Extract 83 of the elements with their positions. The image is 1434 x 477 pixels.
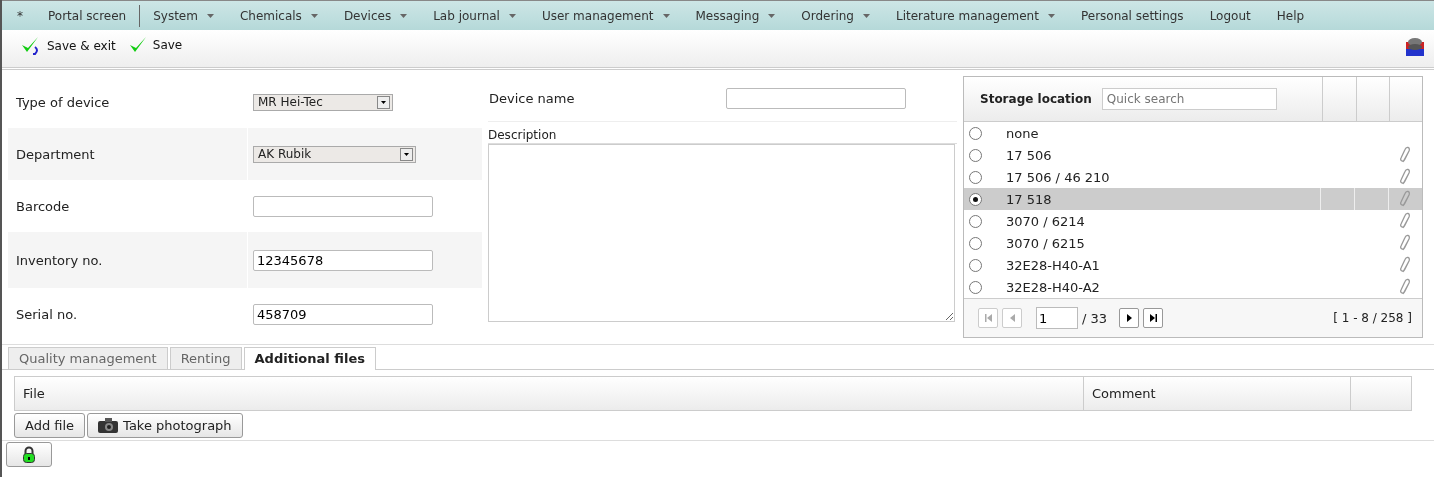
radio-button[interactable]: [969, 126, 982, 140]
paperclip-icon: [1399, 168, 1412, 187]
radio-button[interactable]: [969, 170, 982, 184]
field-label: Type of device: [15, 94, 111, 110]
field-label: Inventory no.: [15, 252, 104, 268]
radio-button[interactable]: [969, 236, 982, 250]
list-row[interactable]: 3070 / 6214: [964, 210, 1422, 233]
caret-icon: [400, 13, 408, 18]
input-field[interactable]: [726, 88, 906, 109]
tab[interactable]: Additional files: [243, 347, 376, 370]
tab[interactable]: Renting: [169, 347, 242, 369]
input-field[interactable]: 12345678: [253, 249, 433, 271]
caret-icon: [1047, 13, 1055, 18]
next-icon: [1126, 314, 1132, 323]
menu-item[interactable]: Chemicals: [226, 8, 331, 23]
lock-button[interactable]: [6, 442, 52, 467]
menu-item[interactable]: Ordering: [788, 8, 883, 23]
toolbar-button[interactable]: Save: [127, 36, 183, 54]
paperclip-icon: [1399, 212, 1412, 231]
radio-button[interactable]: [969, 192, 982, 206]
field-label: Barcode: [15, 198, 71, 214]
column-header: Comment: [1084, 377, 1351, 410]
field-label: Serial no.: [15, 306, 78, 322]
field-label: Department: [15, 146, 96, 162]
menu-item[interactable]: User management: [528, 8, 683, 23]
menu-item[interactable]: Portal screen: [35, 8, 140, 23]
record-range: [ 1 - 8 / 258 ]: [1333, 311, 1412, 326]
list-row[interactable]: 17 506: [964, 144, 1422, 167]
menu-item[interactable]: Personal settings: [1067, 8, 1197, 23]
caret-icon: [662, 13, 670, 18]
list-row[interactable]: none: [964, 122, 1422, 145]
menu-item[interactable]: Messaging: [682, 8, 789, 23]
list-row[interactable]: 17 518: [964, 188, 1422, 211]
input-field[interactable]: 458709: [253, 303, 433, 325]
caret-icon: [206, 13, 214, 18]
camera-icon: [98, 418, 119, 433]
radio-button[interactable]: [969, 280, 982, 294]
paperclip-icon: [1399, 234, 1412, 253]
caret-icon: [768, 13, 776, 18]
caret-icon: [508, 13, 516, 18]
list-row[interactable]: 32E28-H40-A1: [964, 254, 1422, 277]
stack-icon: [1404, 36, 1426, 58]
paperclip-icon: [1399, 190, 1412, 209]
caret-icon: [310, 13, 318, 18]
paperclip-icon: [1399, 146, 1412, 165]
menu-item[interactable]: Lab journal: [420, 8, 529, 23]
menu-item[interactable]: Literature management: [882, 8, 1068, 23]
list-row[interactable]: 17 506 / 46 210: [964, 166, 1422, 189]
field-label: Device name: [488, 91, 576, 106]
previous-page-button[interactable]: [1002, 308, 1022, 329]
page-field[interactable]: 1: [1036, 307, 1078, 330]
radio-button[interactable]: [969, 148, 982, 162]
search-field[interactable]: Quick search: [1101, 88, 1278, 111]
page-count: / 33: [1082, 310, 1108, 326]
last-icon: [1149, 314, 1157, 323]
menu-item[interactable]: Help: [1263, 8, 1318, 23]
menu-item[interactable]: System: [140, 8, 227, 23]
select-field[interactable]: AK Rubik: [253, 145, 416, 163]
menu-item[interactable]: *: [2, 8, 35, 23]
next-page-button[interactable]: [1119, 308, 1140, 329]
radio-button[interactable]: [969, 214, 982, 228]
column-header: File: [15, 377, 1084, 410]
input-field[interactable]: [253, 195, 433, 217]
list-row[interactable]: 32E28-H40-A2: [964, 276, 1422, 299]
description-field[interactable]: [488, 144, 955, 322]
select-field[interactable]: MR Hei-Tec: [253, 93, 393, 111]
tab[interactable]: Quality management: [8, 347, 168, 369]
panel-title: Storage location: [979, 92, 1093, 107]
list-row[interactable]: 3070 / 6215: [964, 232, 1422, 255]
last-page-button[interactable]: [1143, 308, 1164, 329]
radio-button[interactable]: [969, 258, 982, 272]
paperclip-icon: [1399, 256, 1412, 275]
paperclip-icon: [1399, 278, 1412, 297]
first-icon: [984, 314, 992, 323]
action-button[interactable]: Add file: [14, 413, 86, 438]
previous-icon: [1009, 314, 1015, 323]
first-page-button[interactable]: [978, 308, 998, 329]
menu-item[interactable]: Logout: [1196, 8, 1264, 23]
menu-item[interactable]: Devices: [330, 8, 421, 23]
padlock-icon: [23, 446, 35, 463]
caret-icon: [862, 13, 870, 18]
action-button[interactable]: Take photograph: [87, 413, 243, 438]
toolbar-button[interactable]: Save & exit: [20, 36, 116, 56]
